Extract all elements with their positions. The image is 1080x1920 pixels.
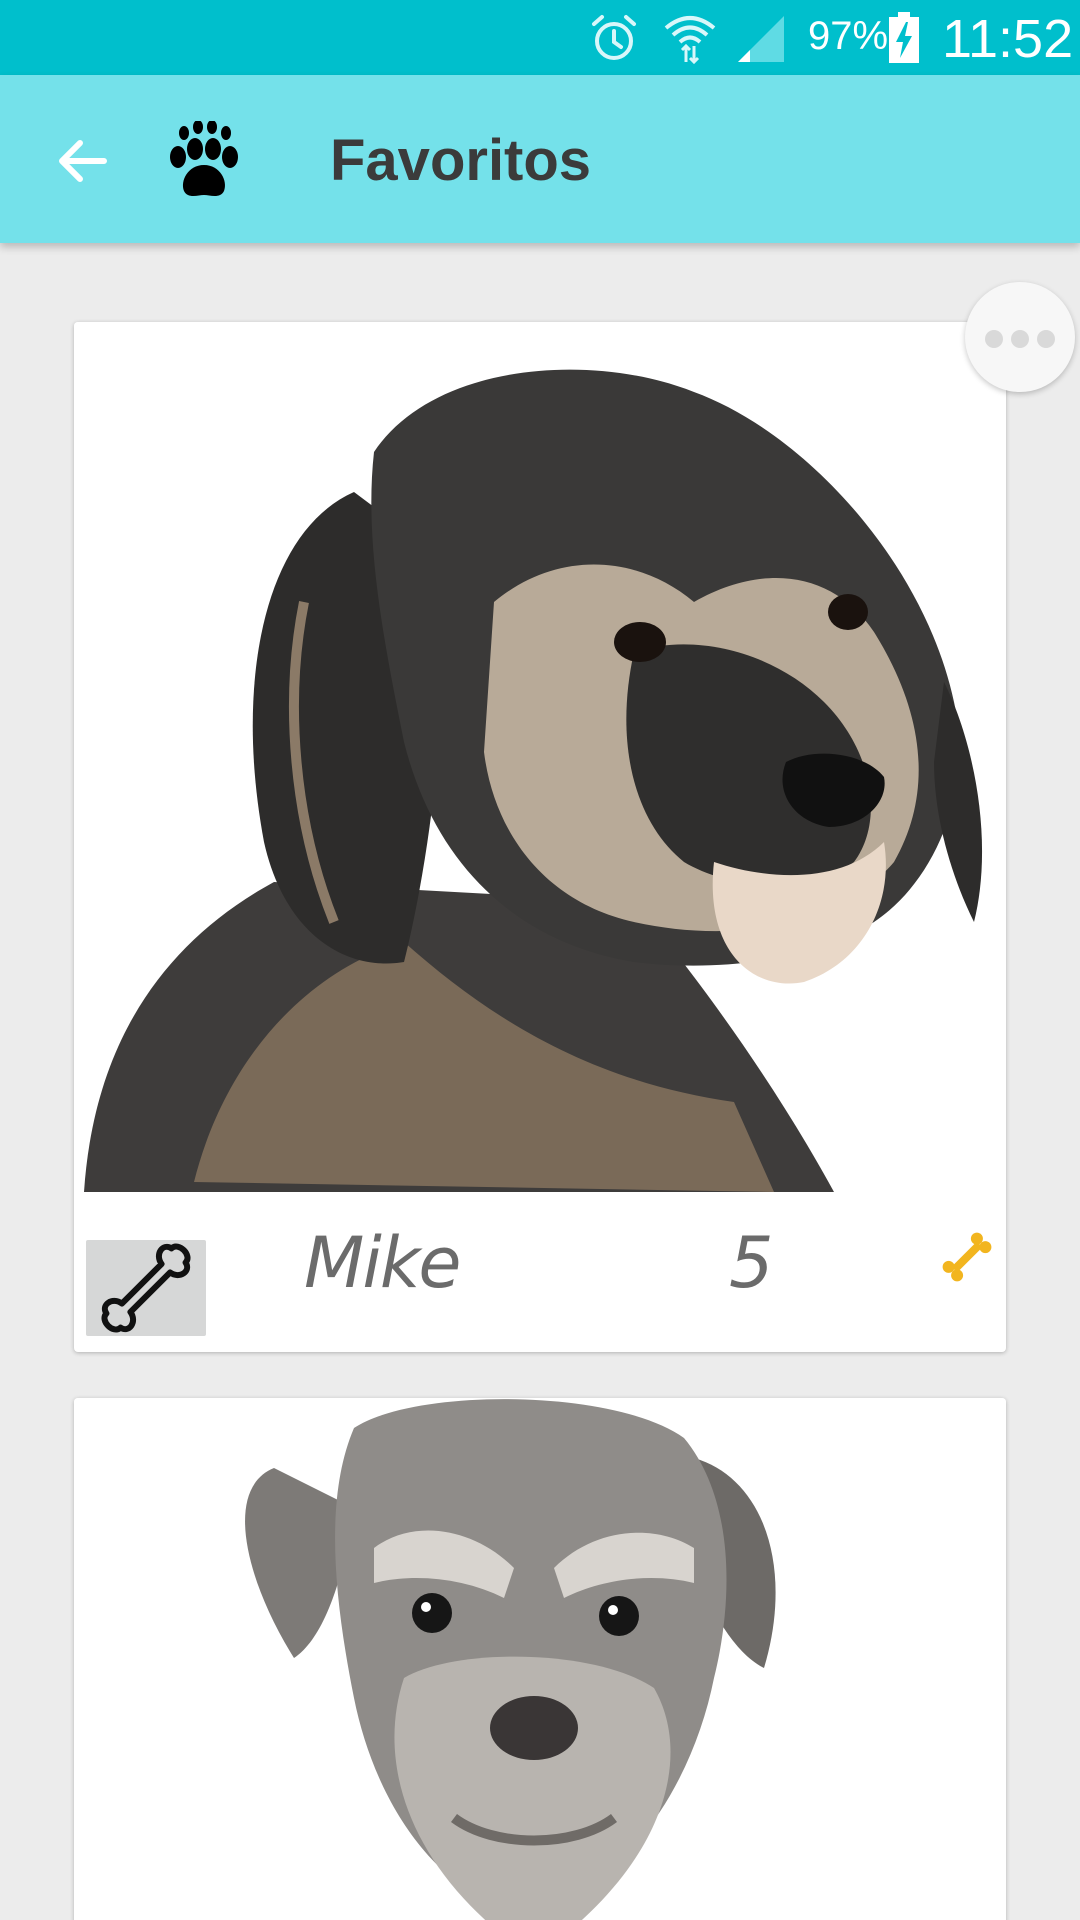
more-dot-icon [985,330,1003,348]
dog-photo [74,322,1006,1192]
pet-name: Mike [304,1222,461,1304]
status-bar: 97% 11:52 [0,0,1080,75]
favorites-screen: 97% 11:52 Favoritos Mike 5 [0,0,1080,1920]
dog-photo [74,1398,1006,1920]
adopt-button[interactable] [86,1240,206,1336]
more-dot-icon [1011,330,1029,348]
alarm-icon [592,15,636,60]
more-dot-icon [1037,330,1055,348]
clock: 11:52 [942,9,1074,69]
bone-outline-icon [101,1243,191,1333]
battery-charging-icon [889,12,919,63]
pet-rating-count: 5 [729,1222,774,1304]
bone-rating-icon[interactable] [936,1226,998,1288]
app-bar: Favoritos [0,75,1080,243]
favorite-card[interactable] [74,1398,1006,1920]
page-title: Favoritos [330,128,592,193]
back-arrow-icon[interactable] [48,125,120,197]
paw-icon [170,121,238,196]
favorite-card[interactable]: Mike 5 [74,322,1006,1352]
more-options-button[interactable] [965,282,1075,392]
signal-icon [738,16,784,62]
wifi-icon [664,16,716,64]
battery-percent: 97% [808,14,889,58]
